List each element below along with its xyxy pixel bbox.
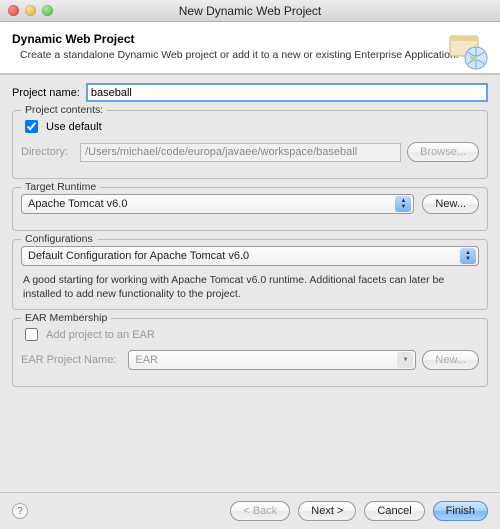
target-runtime-group: Target Runtime Apache Tomcat v6.0 ▲▼ New…: [12, 187, 488, 231]
ear-membership-group: EAR Membership Add project to an EAR EAR…: [12, 318, 488, 387]
back-button: < Back: [230, 501, 290, 521]
dropdown-icon: ▲▼: [460, 248, 476, 264]
use-default-check[interactable]: Use default: [21, 117, 479, 136]
config-value: Default Configuration for Apache Tomcat …: [28, 250, 249, 262]
next-button[interactable]: Next >: [298, 501, 356, 521]
runtime-value: Apache Tomcat v6.0: [28, 198, 127, 210]
cancel-button[interactable]: Cancel: [364, 501, 424, 521]
add-ear-checkbox[interactable]: [25, 328, 38, 341]
ear-project-select: EAR ▼: [128, 350, 416, 370]
dropdown-icon: ▼: [397, 352, 413, 368]
runtime-legend: Target Runtime: [21, 181, 100, 193]
project-contents-group: Project contents: Use default Directory:…: [12, 110, 488, 179]
configurations-group: Configurations Default Configuration for…: [12, 239, 488, 310]
directory-input: [80, 143, 401, 162]
project-name-label: Project name:: [12, 87, 80, 99]
titlebar: New Dynamic Web Project: [0, 0, 500, 22]
ear-new-button: New...: [422, 350, 479, 370]
use-default-checkbox[interactable]: [25, 120, 38, 133]
banner-heading: Dynamic Web Project: [12, 32, 488, 46]
project-name-input[interactable]: [86, 83, 488, 102]
wizard-footer: ? < Back Next > Cancel Finish: [0, 492, 500, 529]
runtime-select[interactable]: Apache Tomcat v6.0 ▲▼: [21, 194, 414, 214]
globe-folder-icon: [446, 30, 488, 72]
project-name-row: Project name:: [12, 83, 488, 102]
dropdown-icon: ▲▼: [395, 196, 411, 212]
contents-legend: Project contents:: [21, 104, 107, 116]
ear-legend: EAR Membership: [21, 312, 111, 324]
wizard-banner: Dynamic Web Project Create a standalone …: [0, 22, 500, 75]
help-icon[interactable]: ?: [12, 503, 28, 519]
finish-button[interactable]: Finish: [433, 501, 488, 521]
use-default-label: Use default: [46, 121, 102, 133]
browse-button: Browse...: [407, 142, 479, 162]
config-select[interactable]: Default Configuration for Apache Tomcat …: [21, 246, 479, 266]
runtime-new-button[interactable]: New...: [422, 194, 479, 214]
config-description: A good starting for working with Apache …: [23, 274, 477, 301]
ear-project-label: EAR Project Name:: [21, 354, 116, 366]
directory-label: Directory:: [21, 146, 68, 158]
ear-project-value: EAR: [135, 354, 158, 366]
window-title: New Dynamic Web Project: [0, 4, 500, 18]
add-ear-label: Add project to an EAR: [46, 329, 155, 341]
config-legend: Configurations: [21, 233, 97, 245]
add-ear-check[interactable]: Add project to an EAR: [21, 325, 479, 344]
banner-subtext: Create a standalone Dynamic Web project …: [12, 49, 488, 61]
